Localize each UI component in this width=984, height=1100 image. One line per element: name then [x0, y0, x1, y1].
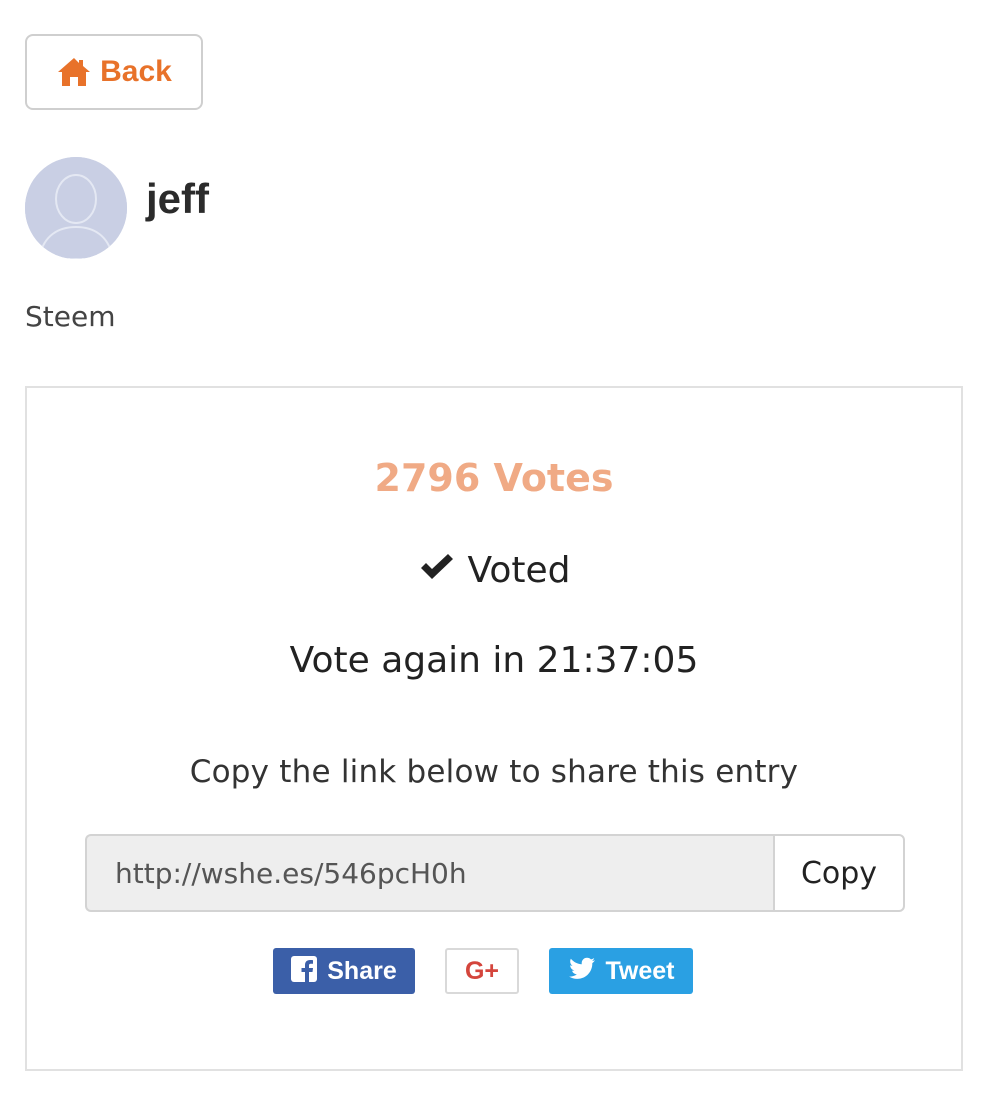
page: Back jeff Steem 2796 Votes Voted Vote ag…	[0, 0, 984, 1100]
username: jeff	[146, 175, 209, 222]
voted-label: Voted	[467, 550, 571, 591]
vote-count: 2796 Votes	[374, 456, 614, 500]
home-icon	[56, 56, 92, 88]
copy-button[interactable]: Copy	[773, 834, 905, 912]
user-placeholder-icon	[25, 157, 127, 259]
facebook-share-button[interactable]: Share	[273, 948, 415, 994]
share-link-input[interactable]	[85, 834, 773, 912]
checkmark-icon	[418, 553, 456, 588]
back-button[interactable]: Back	[25, 34, 203, 110]
twitter-tweet-button[interactable]: Tweet	[549, 948, 693, 994]
share-instruction: Copy the link below to share this entry	[189, 754, 799, 790]
google-plus-button[interactable]: G+	[445, 948, 519, 994]
entry-title: Steem	[25, 300, 116, 333]
facebook-share-label: Share	[327, 956, 397, 985]
voted-status: Voted	[27, 550, 961, 591]
back-button-label: Back	[100, 55, 172, 88]
share-link-group: Copy	[85, 834, 905, 912]
vote-card: 2796 Votes Voted Vote again in 21:37:05 …	[25, 386, 963, 1071]
google-plus-icon: G+	[464, 956, 500, 985]
twitter-icon	[568, 957, 596, 986]
vote-countdown: Vote again in 21:37:05	[289, 640, 699, 681]
twitter-tweet-label: Tweet	[605, 956, 675, 985]
avatar	[25, 157, 127, 259]
facebook-icon	[291, 955, 318, 987]
